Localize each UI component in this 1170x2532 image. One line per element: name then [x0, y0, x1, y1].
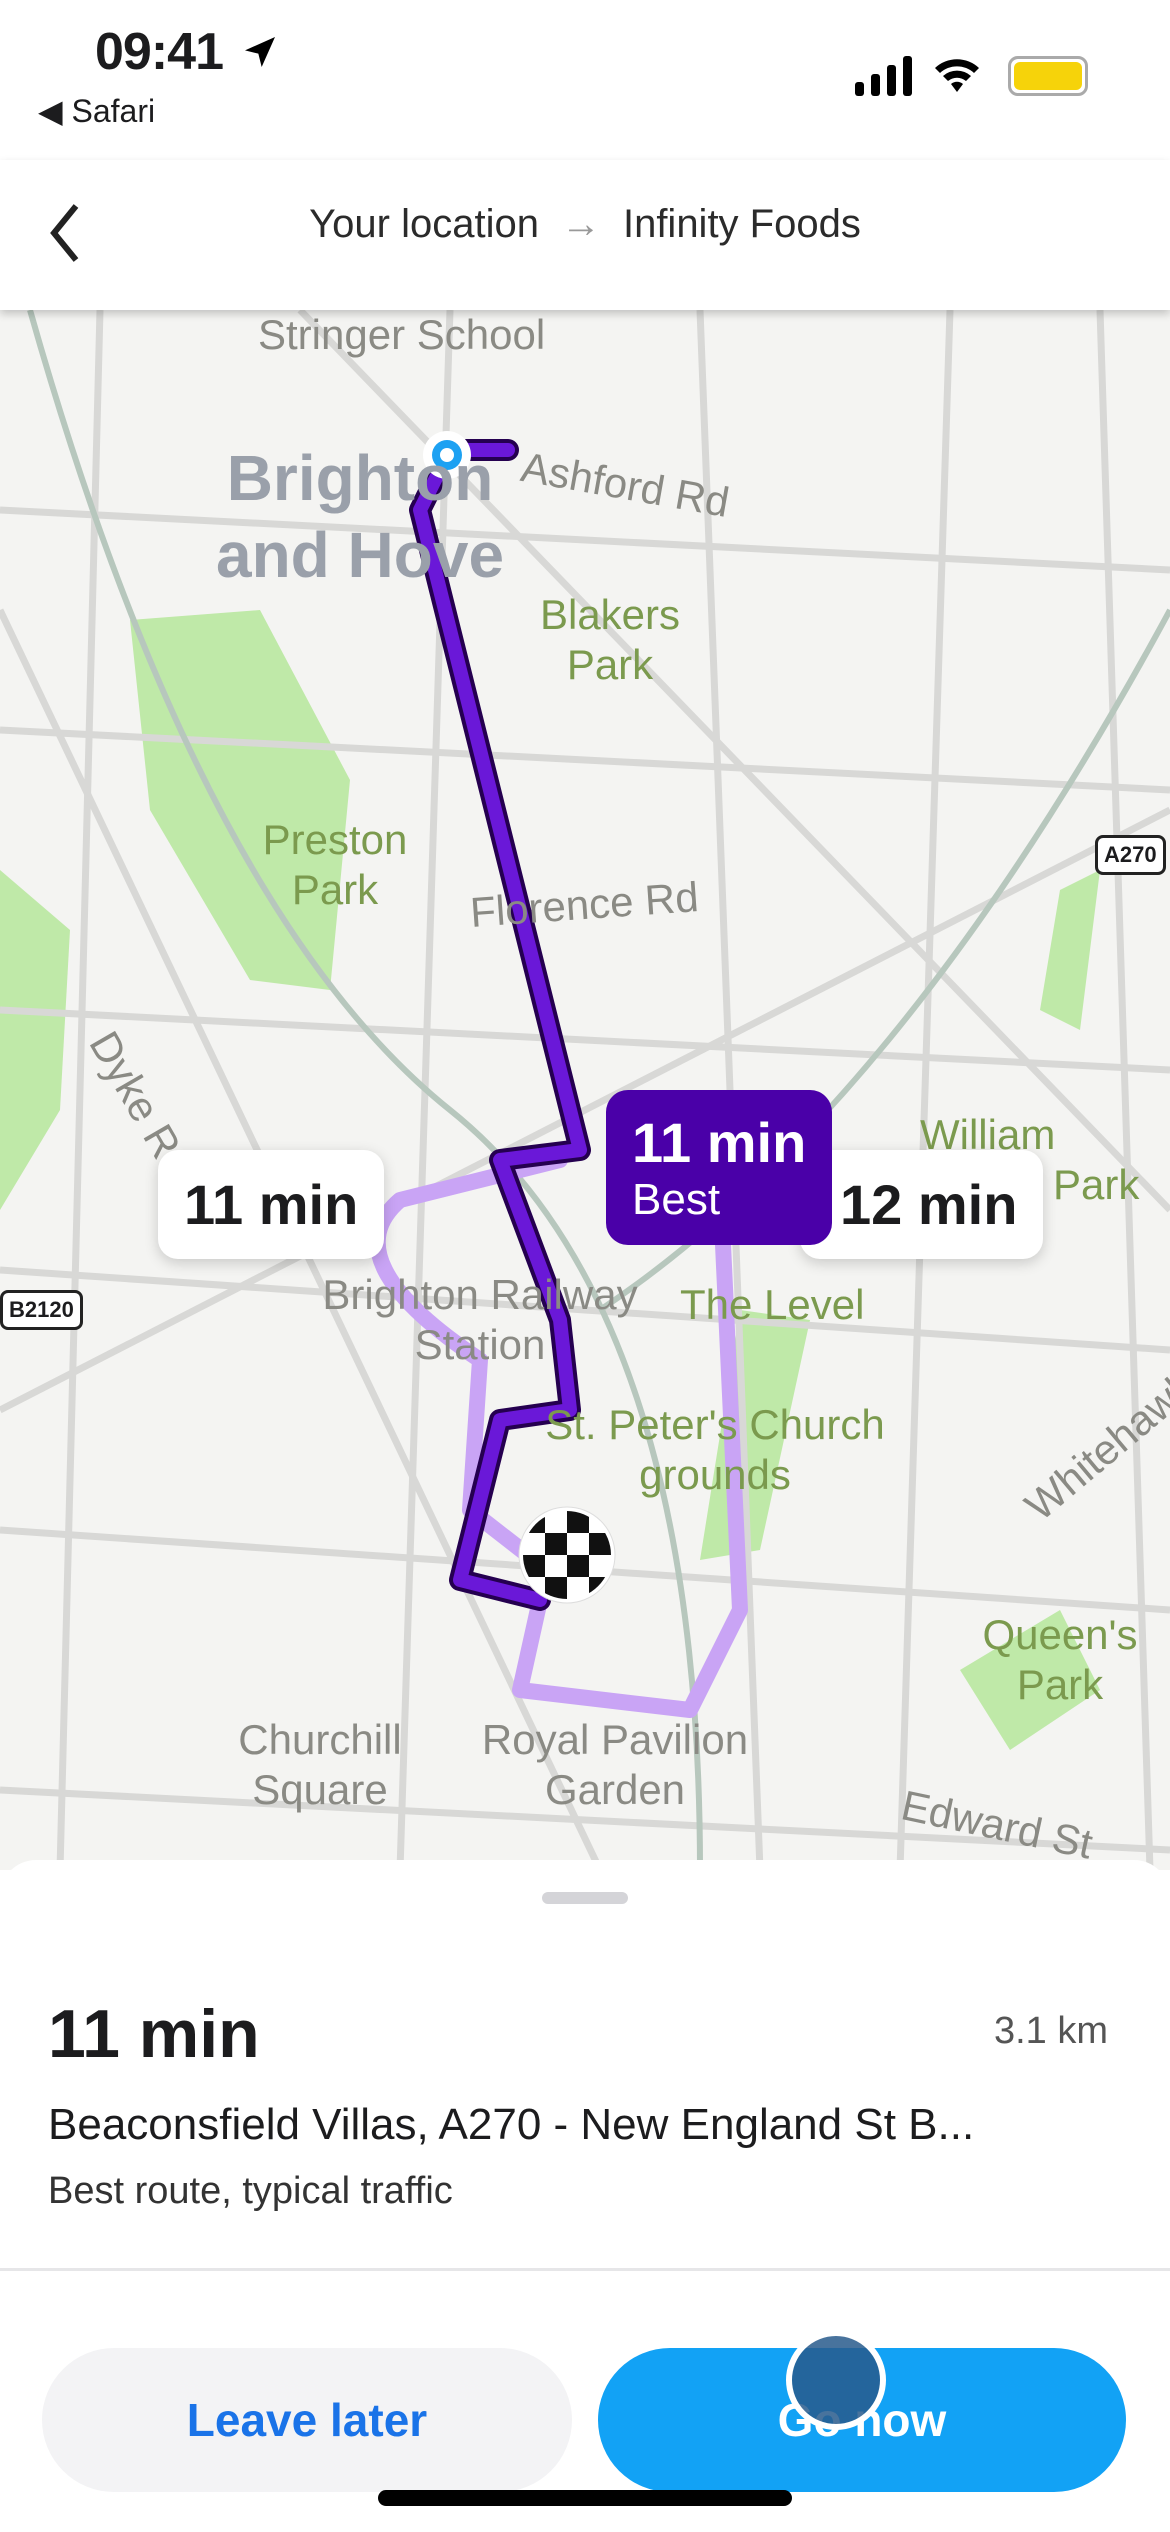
divider	[0, 2268, 1170, 2271]
battery-icon	[1008, 56, 1088, 96]
map-label: Blakers Park	[539, 591, 681, 689]
route-via: Beaconsfield Villas, A270 - New England …	[48, 2100, 975, 2149]
map-label: Queen's Park	[982, 1611, 1138, 1709]
eta: 11 min	[48, 1996, 260, 2072]
arrow-right-icon: →	[560, 202, 601, 246]
wifi-icon	[935, 59, 979, 92]
route-bubble-best[interactable]: 11 min Best	[606, 1090, 833, 1245]
road-shield: B2120	[0, 1290, 83, 1330]
best-route-tag: Best	[632, 1175, 721, 1224]
location-arrow-icon	[245, 37, 275, 67]
park-area	[130, 610, 350, 990]
map-label: Brighton Railway Station	[322, 1271, 638, 1369]
touch-indicator	[786, 2330, 886, 2430]
back-app-label: Safari	[71, 93, 156, 129]
map-label: St. Peter's Church grounds	[545, 1401, 885, 1499]
map-label: The Level	[680, 1281, 865, 1328]
back-to-safari[interactable]: ◀ Safari	[38, 92, 155, 130]
road-shield: A270	[1095, 835, 1166, 875]
status-bar: 09:41 ◀ Safari	[0, 0, 1170, 160]
route-bubble-alt-1[interactable]: 11 min	[158, 1150, 385, 1259]
origin-label: Your location	[309, 202, 539, 246]
map-label: Royal Pavilion Garden	[481, 1716, 749, 1814]
map-view[interactable]: Stringer School Brighton and Hove Ashfor…	[0, 310, 1170, 1870]
map-label: Brighton and Hove	[215, 442, 505, 591]
map-label: Stringer School	[258, 311, 546, 358]
park-area	[0, 870, 70, 1210]
home-indicator[interactable]	[378, 2490, 792, 2506]
route-breadcrumb: Your location → Infinity Foods	[0, 202, 1170, 247]
sheet-grabber[interactable]	[542, 1892, 628, 1904]
park-area	[1040, 870, 1100, 1030]
signal-icon	[855, 56, 912, 96]
best-route-time: 11 min	[632, 1111, 807, 1174]
route-header: Your location → Infinity Foods	[0, 160, 1170, 310]
destination-label: Infinity Foods	[622, 202, 861, 246]
route-bubble-alt-2[interactable]: 12 min	[800, 1150, 1044, 1259]
route-note: Best route, typical traffic	[48, 2170, 453, 2212]
distance: 3.1 km	[993, 2010, 1108, 2052]
clock: 09:41	[95, 23, 224, 81]
leave-later-button[interactable]: Leave later	[42, 2348, 572, 2492]
map-label: Churchill Square	[238, 1716, 402, 1814]
map-label: Preston Park	[262, 816, 408, 914]
route-sheet: 11 min 3.1 km Beaconsfield Villas, A270 …	[0, 1860, 1170, 2532]
destination-flag-icon	[518, 1506, 616, 1604]
